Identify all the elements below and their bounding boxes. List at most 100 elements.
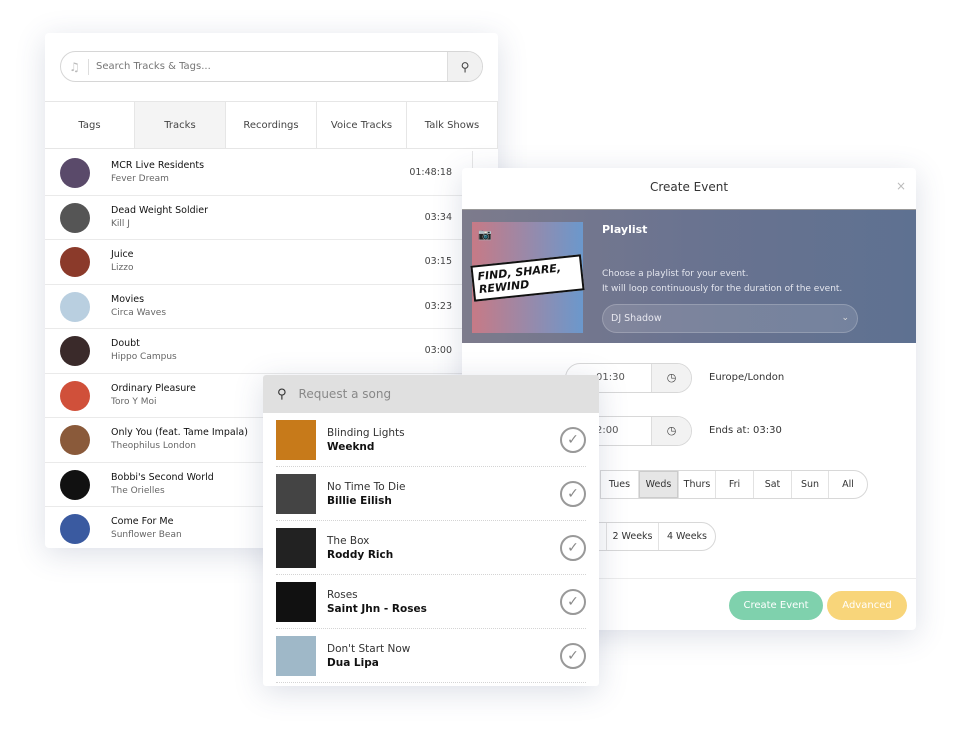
tab-tags[interactable]: Tags (45, 102, 135, 148)
track-artist: Toro Y Moi (111, 396, 157, 407)
description-line: Choose a playlist for your event. (602, 269, 749, 279)
timezone-label: Europe/London (709, 372, 785, 383)
playlist-banner: 📷 FIND, SHARE, REWIND Playlist Choose a … (462, 209, 916, 343)
description-line: It will loop continuously for the durati… (602, 284, 843, 294)
search-button[interactable]: ⚲ (447, 52, 482, 81)
clock-icon[interactable]: ◷ (651, 417, 691, 445)
track-duration: 03:23 (424, 300, 452, 312)
create-event-button[interactable]: Create Event (729, 591, 823, 620)
track-artist: Theophilus London (111, 441, 196, 451)
song-item[interactable]: Blinding Lights Weeknd ✓ (276, 413, 586, 467)
day-tues[interactable]: Tues (601, 471, 639, 498)
playlist-label: Playlist (602, 223, 648, 236)
day-sun[interactable]: Sun (792, 471, 829, 498)
song-item[interactable]: No Time To Die Billie Eilish ✓ (276, 467, 586, 521)
check-circle-icon[interactable]: ✓ (560, 427, 586, 453)
search-icon: ⚲ (460, 59, 470, 74)
track-title: Juice (111, 249, 134, 260)
repeat-4-weeks[interactable]: 4 Weeks (659, 523, 715, 550)
song-artist: Weeknd (327, 441, 375, 453)
song-cover (276, 636, 316, 676)
song-cover (276, 582, 316, 622)
playlist-artwork: 📷 FIND, SHARE, REWIND (470, 222, 585, 333)
song-artist: Roddy Rich (327, 549, 394, 561)
library-tabs: Tags Tracks Recordings Voice Tracks Talk Sho… (45, 101, 498, 149)
song-request-panel: ⚲ Request a song Blinding Lights Weeknd ✓ N… (263, 375, 599, 686)
music-note-icon: ♫ (61, 58, 89, 75)
tab-talk-shows[interactable]: Talk Shows (407, 102, 498, 148)
end-time-value: 2:00 (596, 425, 619, 436)
song-cover (276, 420, 316, 460)
track-row[interactable]: Movies Circa Waves 03:23 (45, 285, 472, 329)
track-artist: Sunflower Bean (111, 530, 182, 540)
close-icon[interactable]: × (896, 179, 906, 193)
track-duration: 01:48:18 (409, 167, 452, 178)
repeat-selector: 2 Weeks 4 Weeks (598, 522, 716, 551)
track-avatar (60, 425, 90, 455)
check-circle-icon[interactable]: ✓ (560, 481, 586, 507)
modal-title: Create Event (649, 180, 729, 194)
day-all[interactable]: All (829, 471, 867, 498)
day-weds[interactable]: Weds (639, 471, 679, 498)
day-thurs[interactable]: Thurs (679, 471, 716, 498)
song-artist: Saint Jhn - Roses (327, 603, 427, 615)
song-item[interactable]: The Box Roddy Rich ✓ (276, 521, 586, 575)
track-artist: Kill J (111, 218, 130, 229)
track-avatar (60, 469, 90, 500)
track-search-bar[interactable]: ♫ ⚲ (60, 51, 483, 82)
track-artist: Hippo Campus (111, 352, 177, 362)
track-title: Come For Me (111, 516, 174, 527)
song-cover (276, 474, 316, 514)
track-artist: Lizzo (111, 263, 134, 273)
song-artist: Billie Eilish (327, 495, 392, 507)
track-avatar (60, 514, 90, 544)
song-list: Blinding Lights Weeknd ✓ No Time To Die Bill… (263, 413, 599, 683)
check-circle-icon[interactable]: ✓ (560, 643, 586, 669)
tab-tracks[interactable]: Tracks (135, 102, 226, 148)
check-circle-icon[interactable]: ✓ (560, 589, 586, 615)
song-title: Blinding Lights (327, 427, 405, 439)
playlist-select[interactable]: DJ Shadow ⌄ (602, 304, 858, 333)
track-row[interactable]: Dead Weight Soldier Kill J 03:34 (45, 196, 472, 240)
track-title: MCR Live Residents (111, 160, 205, 171)
track-row[interactable]: MCR Live Residents Fever Dream 01:48:18 (45, 151, 472, 196)
track-artist: Fever Dream (111, 174, 169, 184)
track-artist: Circa Waves (111, 307, 167, 318)
song-item[interactable]: Roses Saint Jhn - Roses ✓ (276, 575, 586, 629)
repeat-2-weeks[interactable]: 2 Weeks (607, 523, 659, 550)
song-artist: Dua Lipa (327, 657, 379, 669)
playlist-select-value: DJ Shadow (611, 313, 662, 324)
day-fri[interactable]: Fri (716, 471, 754, 498)
playlist-description: Choose a playlist for your event. It wil… (602, 267, 842, 297)
advanced-button[interactable]: Advanced (827, 591, 907, 620)
track-row[interactable]: Doubt Hippo Campus 03:00 (45, 329, 472, 374)
clock-icon[interactable]: ◷ (651, 364, 691, 392)
day-selector: Tues Weds Thurs Fri Sat Sun All (600, 470, 868, 499)
song-title: The Box (327, 535, 370, 547)
tab-voice-tracks[interactable]: Voice Tracks (317, 102, 407, 148)
track-search-input[interactable] (89, 61, 447, 72)
track-title: Dead Weight Soldier (111, 204, 209, 216)
track-duration: 03:00 (424, 345, 452, 356)
track-avatar (60, 247, 90, 277)
request-search-bar[interactable]: ⚲ Request a song (263, 375, 599, 413)
song-cover (276, 528, 316, 568)
track-avatar (60, 380, 90, 411)
track-title: Ordinary Pleasure (111, 382, 196, 394)
ends-at-label: Ends at: 03:30 (709, 425, 782, 436)
camera-icon[interactable]: 📷 (478, 228, 492, 241)
track-avatar (60, 158, 90, 188)
track-row[interactable]: Juice Lizzo 03:15 (45, 240, 472, 285)
song-title: No Time To Die (327, 481, 406, 493)
tab-recordings[interactable]: Recordings (226, 102, 317, 148)
track-avatar (60, 336, 90, 366)
song-title: Roses (327, 589, 358, 601)
repeat-option-hidden[interactable] (599, 523, 607, 550)
check-circle-icon[interactable]: ✓ (560, 535, 586, 561)
day-sat[interactable]: Sat (754, 471, 792, 498)
song-item[interactable]: Don't Start Now Dua Lipa ✓ (276, 629, 586, 683)
search-icon: ⚲ (277, 386, 287, 402)
track-duration: 03:34 (424, 211, 452, 223)
request-search-placeholder: Request a song (298, 387, 392, 401)
track-artist: The Orielles (111, 485, 165, 496)
